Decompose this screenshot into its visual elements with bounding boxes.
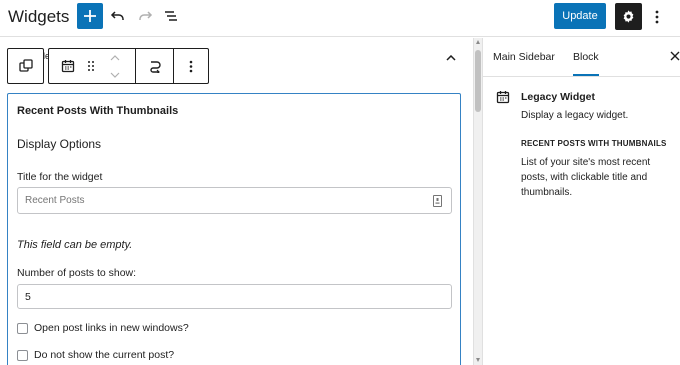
update-button[interactable]: Update [554,3,606,29]
block-name: Legacy Widget [521,91,596,103]
calendar-icon [496,91,510,104]
more-vertical-icon [655,10,659,24]
open-new-window-checkbox[interactable] [17,323,28,334]
block-toolbar [48,48,209,84]
hide-current-post-label: Do not show the current post? [34,349,175,361]
title-input-value: Recent Posts [25,195,85,206]
settings-button[interactable] [615,3,642,30]
field-note: This field can be empty. [17,239,133,251]
calendar-icon [61,60,75,73]
options-button[interactable] [648,6,666,28]
drag-handle-icon [88,61,94,71]
redo-icon [139,11,153,20]
title-field-label: Title for the widget [17,171,103,183]
scroll-down-arrow[interactable] [476,358,480,362]
move-down-icon [110,72,120,78]
plus-icon [84,10,96,22]
title-input[interactable]: Recent Posts [17,187,452,214]
move-up-button[interactable] [105,49,125,66]
page-title: Widgets [8,7,70,26]
list-view-button[interactable] [160,5,182,27]
more-options-icon [189,60,193,72]
scroll-thumb[interactable] [475,50,481,112]
widget-caption: RECENT POSTS WITH THUMBNAILS [521,139,667,148]
hide-current-post-checkbox[interactable] [17,350,28,361]
chevron-up-icon [446,55,456,61]
close-sidebar-button[interactable] [670,49,680,64]
widget-description: List of your site's most recent posts, w… [521,157,651,198]
sidebar-tabs: Main Sidebar Block [483,38,680,77]
drag-handle[interactable] [81,49,101,83]
collapse-button[interactable] [444,52,458,64]
open-new-window-label: Open post links in new windows? [34,322,189,334]
settings-sidebar: Main Sidebar Block Legacy Widget Display… [482,38,680,365]
transform-button[interactable] [136,49,173,83]
scroll-up-arrow[interactable] [476,40,480,44]
autofill-icon[interactable] [433,195,442,207]
block-options-button[interactable] [174,49,208,83]
copy-icon [18,59,33,72]
editor-header: Widgets Update [0,0,680,37]
list-view-icon [165,11,177,21]
widget-title: Recent Posts With Thumbnails [17,105,179,117]
tab-main-sidebar[interactable]: Main Sidebar [493,51,555,63]
close-icon [670,51,680,61]
undo-button[interactable] [107,5,129,27]
posts-count-value: 5 [25,291,31,303]
legacy-widget-block[interactable]: Recent Posts With Thumbnails Display Opt… [7,93,461,365]
block-description: Display a legacy widget. [521,110,629,121]
gear-icon [623,10,634,23]
posts-count-input[interactable]: 5 [17,284,452,309]
move-up-icon [110,54,120,60]
transform-icon [149,61,161,73]
move-down-button[interactable] [105,66,125,83]
undo-icon [110,11,124,20]
display-options-heading: Display Options [17,137,102,151]
add-block-button[interactable] [77,3,103,29]
canvas-scrollbar[interactable] [473,38,482,365]
tab-block[interactable]: Block [573,51,599,76]
redo-button[interactable] [134,5,156,27]
parent-block-button[interactable] [7,48,44,84]
posts-count-label: Number of posts to show: [17,267,137,279]
